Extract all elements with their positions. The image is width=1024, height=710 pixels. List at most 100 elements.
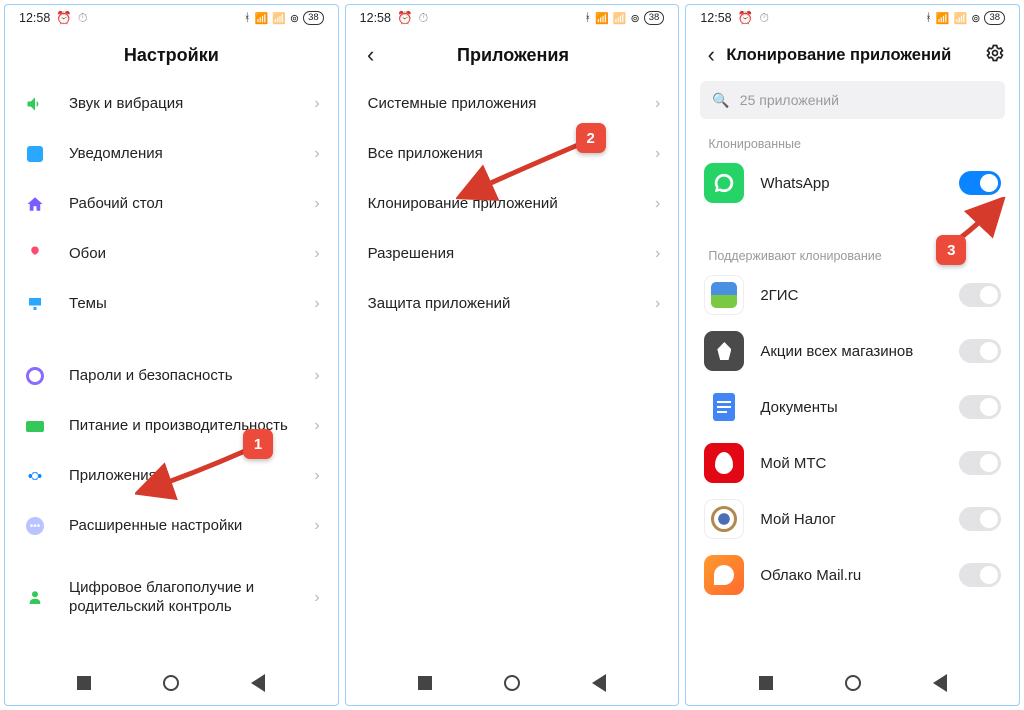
clone-toggle[interactable] <box>959 451 1001 475</box>
settings-item-advanced[interactable]: ••• Расширенные настройки › <box>5 501 338 551</box>
clone-toggle[interactable] <box>959 563 1001 587</box>
apps-item-all[interactable]: Все приложения › <box>346 129 679 179</box>
signal-icon: 📶 <box>613 12 627 25</box>
status-bar: 12:58 ⏰ ⏱ ᚼ 📶 📶 ⊚ 38 <box>5 5 338 31</box>
settings-gear-icon[interactable] <box>985 43 1005 68</box>
settings-item-apps[interactable]: Приложения › <box>5 451 338 501</box>
settings-item-label: Пароли и безопасность <box>69 367 314 386</box>
chevron-right-icon: › <box>314 145 319 163</box>
app-row-mts[interactable]: Мой МТС <box>686 435 1019 491</box>
bluetooth-icon: ᚼ <box>585 12 592 24</box>
chevron-right-icon: › <box>314 417 319 435</box>
nalog-icon <box>704 499 744 539</box>
settings-item-label: Питание и производительность <box>69 417 314 436</box>
nav-home-icon[interactable] <box>504 675 520 691</box>
search-icon: 🔍 <box>712 92 729 109</box>
cloning-list[interactable]: Клонированные WhatsApp Поддерживают клон… <box>686 127 1019 661</box>
apps-item-cloning[interactable]: Клонирование приложений › <box>346 179 679 229</box>
apps-item-permissions[interactable]: Разрешения › <box>346 229 679 279</box>
clone-toggle[interactable] <box>959 507 1001 531</box>
nav-recents-icon[interactable] <box>759 676 773 690</box>
nav-back-icon[interactable] <box>251 674 265 692</box>
status-time: 12:58 <box>19 11 50 25</box>
battery-icon <box>23 414 47 438</box>
app-label: 2ГИС <box>760 287 959 304</box>
status-bar: 12:58 ⏰ ⏱ ᚼ 📶 📶 ⊚ 38 <box>346 5 679 31</box>
chevron-right-icon: › <box>655 295 660 313</box>
2gis-icon <box>704 275 744 315</box>
screen-settings: 12:58 ⏰ ⏱ ᚼ 📶 📶 ⊚ 38 Настройки Звук и ви… <box>4 4 339 706</box>
settings-item-label: Темы <box>69 295 314 314</box>
app-row-sales[interactable]: Акции всех магазинов <box>686 323 1019 379</box>
app-row-mailru[interactable]: Облако Mail.ru <box>686 547 1019 603</box>
clone-toggle[interactable] <box>959 171 1001 195</box>
list-item-label: Защита приложений <box>368 295 655 314</box>
settings-item-notifications[interactable]: Уведомления › <box>5 129 338 179</box>
chevron-right-icon: › <box>314 467 319 485</box>
settings-item-themes[interactable]: Темы › <box>5 279 338 329</box>
nav-bar <box>686 661 1019 705</box>
battery-indicator: 38 <box>644 11 665 25</box>
app-label: Акции всех магазинов <box>760 343 959 360</box>
settings-item-security[interactable]: Пароли и безопасность › <box>5 351 338 401</box>
settings-item-wellbeing[interactable]: Цифровое благополучие и родительский кон… <box>5 573 338 623</box>
status-time: 12:58 <box>360 11 391 25</box>
alarm-icon: ⏱ <box>419 11 429 26</box>
settings-item-label: Обои <box>69 245 314 264</box>
settings-list[interactable]: Звук и вибрация › Уведомления › Рабочий … <box>5 79 338 661</box>
app-row-nalog[interactable]: Мой Налог <box>686 491 1019 547</box>
search-input[interactable]: 🔍 25 приложений <box>700 81 1005 119</box>
more-icon: ••• <box>23 514 47 538</box>
wifi-icon: ⊚ <box>631 12 640 25</box>
search-placeholder: 25 приложений <box>740 92 839 108</box>
clone-toggle[interactable] <box>959 339 1001 363</box>
alarm-icon: ⏰ <box>738 11 754 26</box>
clone-toggle[interactable] <box>959 283 1001 307</box>
screen-apps: 12:58 ⏰ ⏱ ᚼ 📶 📶 ⊚ 38 ‹ Приложения Систем… <box>345 4 680 706</box>
nav-back-icon[interactable] <box>592 674 606 692</box>
settings-item-wallpaper[interactable]: Обои › <box>5 229 338 279</box>
nav-bar <box>346 661 679 705</box>
chevron-right-icon: › <box>655 145 660 163</box>
apps-item-protection[interactable]: Защита приложений › <box>346 279 679 329</box>
notifications-icon <box>23 142 47 166</box>
nav-back-icon[interactable] <box>933 674 947 692</box>
mailru-icon <box>704 555 744 595</box>
apps-list[interactable]: Системные приложения › Все приложения › … <box>346 79 679 661</box>
fingerprint-icon <box>23 364 47 388</box>
list-item-label: Все приложения <box>368 145 655 164</box>
nav-home-icon[interactable] <box>163 675 179 691</box>
nav-home-icon[interactable] <box>845 675 861 691</box>
wifi-icon: ⊚ <box>290 12 299 25</box>
apps-item-system[interactable]: Системные приложения › <box>346 79 679 129</box>
home-icon <box>23 192 47 216</box>
app-row-whatsapp[interactable]: WhatsApp <box>686 155 1019 211</box>
settings-item-label: Рабочий стол <box>69 195 314 214</box>
settings-item-label: Расширенные настройки <box>69 517 314 536</box>
settings-item-label: Приложения <box>69 467 314 486</box>
nav-recents-icon[interactable] <box>77 676 91 690</box>
wallpaper-icon <box>23 242 47 266</box>
app-row-2gis[interactable]: 2ГИС <box>686 267 1019 323</box>
settings-item-home[interactable]: Рабочий стол › <box>5 179 338 229</box>
settings-item-battery[interactable]: Питание и производительность › <box>5 401 338 451</box>
sound-icon <box>23 92 47 116</box>
app-label: Документы <box>760 399 959 416</box>
back-button[interactable]: ‹ <box>360 42 382 68</box>
section-cloned-label: Клонированные <box>686 127 1019 155</box>
themes-icon <box>23 292 47 316</box>
chevron-right-icon: › <box>314 295 319 313</box>
chevron-right-icon: › <box>314 95 319 113</box>
nav-recents-icon[interactable] <box>418 676 432 690</box>
chevron-right-icon: › <box>314 195 319 213</box>
settings-item-sound[interactable]: Звук и вибрация › <box>5 79 338 129</box>
clone-toggle[interactable] <box>959 395 1001 419</box>
settings-item-label: Уведомления <box>69 145 314 164</box>
status-bar: 12:58 ⏰ ⏱ ᚼ 📶 📶 ⊚ 38 <box>686 5 1019 31</box>
app-row-docs[interactable]: Документы <box>686 379 1019 435</box>
chevron-right-icon: › <box>314 589 319 607</box>
annotation-callout-1: 1 <box>243 429 273 459</box>
signal-icon: 📶 <box>272 12 286 25</box>
back-button[interactable]: ‹ <box>700 42 722 68</box>
signal-icon: 📶 <box>254 12 268 25</box>
